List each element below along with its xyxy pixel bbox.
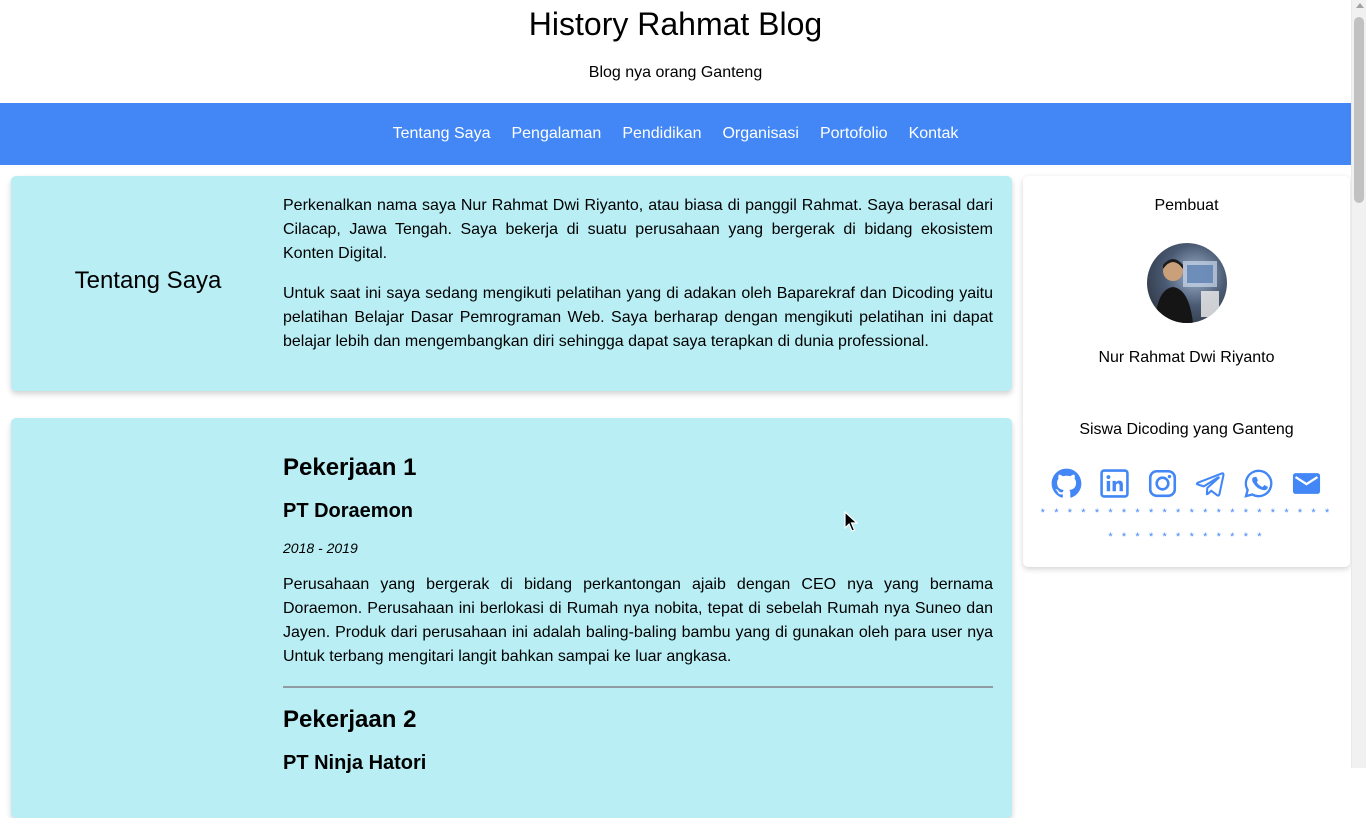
job-description: Perusahaan yang bergerak di bidang perka… — [283, 576, 993, 665]
email-icon[interactable] — [1291, 468, 1322, 499]
telegram-icon[interactable] — [1195, 468, 1226, 499]
instagram-icon[interactable] — [1147, 468, 1178, 499]
scroll-up-icon[interactable] — [1356, 3, 1364, 8]
profile-tagline: Siswa Dicoding yang Ganteng — [1079, 421, 1294, 438]
profile-name: Nur Rahmat Dwi Riyanto — [1098, 349, 1275, 366]
nav-portofolio[interactable]: Portofolio — [809, 124, 898, 144]
whatsapp-icon[interactable] — [1243, 468, 1274, 499]
decorative-stars: * * * * * * * * * * * * * * * * * * * * … — [1040, 507, 1333, 543]
page-scrollbar[interactable] — [1351, 0, 1366, 768]
nav-pengalaman[interactable]: Pengalaman — [501, 124, 612, 144]
scroll-thumb[interactable] — [1354, 17, 1364, 203]
job-company: PT Ninja Hatori — [283, 752, 427, 774]
nav-kontak[interactable]: Kontak — [898, 124, 969, 144]
main-nav: Tentang Saya Pengalaman Pendidikan Organ… — [0, 103, 1351, 165]
profile-heading: Pembuat — [1154, 197, 1219, 214]
about-card: Tentang Saya Perkenalkan nama saya Nur R… — [11, 176, 1012, 391]
about-body: Perkenalkan nama saya Nur Rahmat Dwi Riy… — [283, 194, 993, 370]
nav-tentang-saya[interactable]: Tentang Saya — [382, 124, 501, 144]
linkedin-icon[interactable] — [1099, 468, 1130, 499]
site-header: History Rahmat Blog Blog nya orang Gante… — [0, 0, 1351, 103]
avatar-photo-icon — [1155, 259, 1219, 323]
nav-pendidikan[interactable]: Pendidikan — [612, 124, 712, 144]
job-company: PT Doraemon — [283, 500, 414, 522]
job-entry: Pekerjaan 1 PT Doraemon 2018 - 2019 Peru… — [283, 452, 993, 669]
social-links — [1023, 468, 1350, 499]
job-divider — [283, 686, 993, 688]
experience-card: Pekerjaan 1 PT Doraemon 2018 - 2019 Peru… — [11, 418, 1012, 818]
github-icon[interactable] — [1051, 468, 1082, 499]
job-heading: Pekerjaan 1 — [283, 454, 417, 481]
job-heading: Pekerjaan 2 — [283, 706, 417, 733]
avatar — [1147, 243, 1227, 323]
job-entry: Pekerjaan 2 PT Ninja Hatori — [283, 704, 993, 776]
about-title: Tentang Saya — [74, 267, 222, 294]
site-subtitle: Blog nya orang Ganteng — [588, 64, 763, 81]
about-paragraph: Untuk saat ini saya sedang mengikuti pel… — [283, 285, 993, 350]
site-title: History Rahmat Blog — [528, 6, 823, 42]
profile-card: Pembuat Nur Rahmat Dwi Riyanto Siswa Dic… — [1023, 176, 1350, 567]
job-period: 2018 - 2019 — [283, 540, 358, 556]
about-paragraph: Perkenalkan nama saya Nur Rahmat Dwi Riy… — [283, 197, 993, 262]
experience-body: Pekerjaan 1 PT Doraemon 2018 - 2019 Peru… — [283, 452, 993, 776]
nav-organisasi[interactable]: Organisasi — [712, 124, 809, 144]
